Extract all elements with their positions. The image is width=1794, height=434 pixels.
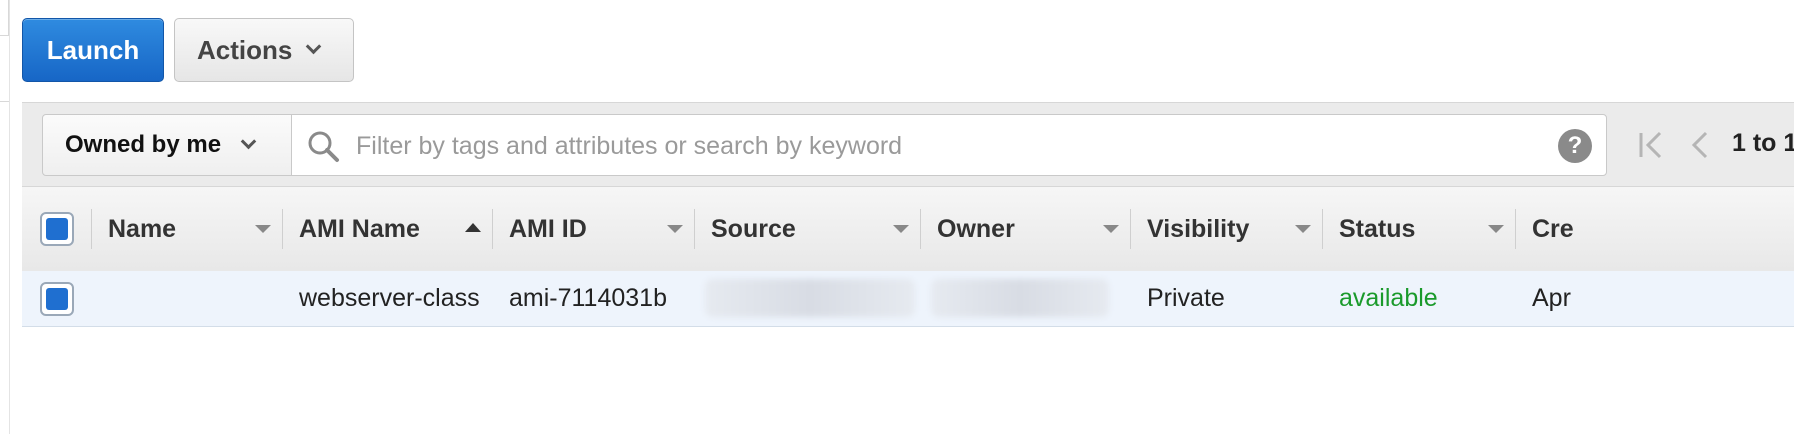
search-box: ? bbox=[291, 114, 1607, 177]
cell-ami-name: webserver-class bbox=[299, 284, 480, 312]
cell-status: available bbox=[1339, 284, 1438, 312]
cell-creation-date: Apr bbox=[1532, 284, 1571, 312]
previous-page-icon[interactable] bbox=[1686, 129, 1712, 161]
cell-owner-redacted bbox=[931, 279, 1109, 317]
help-icon[interactable]: ? bbox=[1558, 129, 1592, 163]
table-row[interactable]: webserver-class ami-7114031b Private ava… bbox=[22, 271, 1794, 327]
select-all-column bbox=[22, 187, 92, 271]
column-header-label: Source bbox=[711, 214, 796, 243]
cell-ami-id: ami-7114031b bbox=[509, 284, 667, 312]
column-header-label: Visibility bbox=[1147, 214, 1250, 243]
row-select-checkbox[interactable] bbox=[40, 282, 74, 316]
column-header-creation-date[interactable]: Cre bbox=[1516, 187, 1794, 271]
launch-button[interactable]: Launch bbox=[22, 18, 164, 82]
chevron-down-icon bbox=[240, 133, 257, 149]
search-icon bbox=[308, 131, 339, 162]
select-all-checkbox[interactable] bbox=[40, 212, 74, 246]
column-header-label: AMI Name bbox=[299, 214, 420, 243]
pagination-range: 1 to 1 bbox=[1732, 129, 1794, 157]
actions-dropdown-button[interactable]: Actions bbox=[174, 18, 354, 82]
table-header: Name AMI Name AMI ID Source Owner Visibi… bbox=[22, 186, 1794, 272]
sort-ascending-icon bbox=[465, 223, 481, 232]
owner-filter-select[interactable]: Owned by me bbox=[42, 114, 292, 176]
column-header-ami-name[interactable]: AMI Name bbox=[283, 187, 493, 271]
sort-icon bbox=[255, 225, 271, 233]
column-header-status[interactable]: Status bbox=[1323, 187, 1516, 271]
column-header-visibility[interactable]: Visibility bbox=[1131, 187, 1323, 271]
search-input[interactable] bbox=[354, 115, 1518, 177]
sort-icon bbox=[1295, 225, 1311, 233]
sort-icon bbox=[893, 225, 909, 233]
cell-visibility: Private bbox=[1147, 284, 1225, 312]
left-panel-edge bbox=[0, 0, 9, 36]
cell-source-redacted bbox=[705, 279, 915, 317]
left-panel-rule bbox=[0, 101, 9, 102]
column-header-source[interactable]: Source bbox=[695, 187, 921, 271]
chevron-down-icon bbox=[306, 38, 322, 54]
column-header-ami-id[interactable]: AMI ID bbox=[493, 187, 695, 271]
column-header-label: Owner bbox=[937, 214, 1015, 243]
column-header-label: Name bbox=[108, 214, 177, 243]
left-panel-divider bbox=[9, 0, 10, 434]
column-header-label: Status bbox=[1339, 214, 1416, 243]
first-page-icon[interactable] bbox=[1636, 129, 1666, 161]
owner-filter-label: Owned by me bbox=[65, 131, 222, 158]
sort-icon bbox=[667, 225, 683, 233]
filter-toolbar: Owned by me ? 1 to 1 bbox=[22, 102, 1794, 187]
column-header-label: AMI ID bbox=[509, 214, 587, 243]
sort-icon bbox=[1488, 225, 1504, 233]
sort-icon bbox=[1103, 225, 1119, 233]
column-header-owner[interactable]: Owner bbox=[921, 187, 1131, 271]
column-header-name[interactable]: Name bbox=[92, 187, 283, 271]
actions-label: Actions bbox=[197, 34, 293, 65]
column-header-label: Cre bbox=[1532, 214, 1574, 243]
